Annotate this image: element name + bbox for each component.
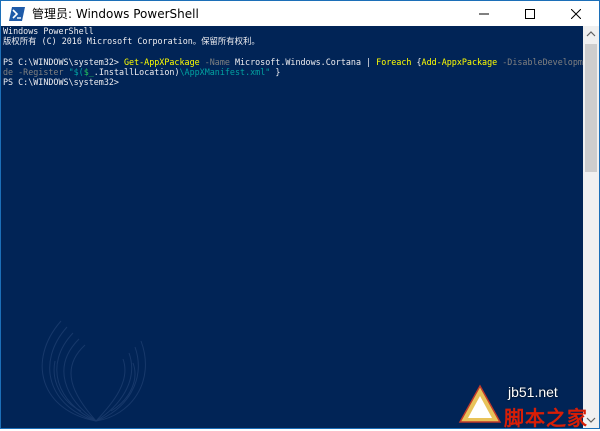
brace-open: {: [411, 56, 422, 67]
vertical-scrollbar[interactable]: [583, 26, 599, 428]
maximize-icon: [525, 9, 535, 19]
chevron-up-icon: [586, 31, 596, 37]
member-install-location: .InstallLocation): [93, 66, 180, 77]
minimize-icon: [479, 13, 489, 15]
param-name: -Name: [199, 56, 235, 67]
watermark-url: jb51.net: [508, 384, 558, 400]
scroll-up-button[interactable]: [583, 26, 599, 42]
arg-package-name: Microsoft.Windows.Cortana: [234, 56, 362, 67]
command-get-appxpackage: Get-AppXPackage: [124, 56, 200, 67]
close-button[interactable]: [553, 1, 599, 26]
powershell-window: 管理员: Windows PowerShell Windows PowerShe…: [0, 0, 600, 429]
copyright-line: 版权所有 (C) 2016 Microsoft Corporation。保留所有…: [3, 36, 260, 47]
prompt: PS C:\WINDOWS\system32>: [3, 56, 125, 67]
site-watermark: jb51.net 脚本之家: [452, 378, 600, 430]
string-manifest-path: \AppXManifest.xml": [179, 66, 271, 77]
console-output[interactable]: Windows PowerShell 版权所有 (C) 2016 Microso…: [3, 26, 583, 87]
header-line: Windows PowerShell: [3, 26, 94, 36]
param-disable-development-mode: -DisableDevelopmentMo: [502, 56, 583, 67]
scroll-thumb[interactable]: [585, 44, 597, 172]
window-title: 管理员: Windows PowerShell: [32, 7, 199, 21]
close-icon: [571, 9, 581, 19]
maximize-button[interactable]: [507, 1, 553, 26]
prompt: PS C:\WINDOWS\system32>: [3, 77, 119, 88]
brace-close: }: [275, 66, 281, 77]
console-area[interactable]: Windows PowerShell 版权所有 (C) 2016 Microso…: [1, 26, 583, 428]
pipe-operator: |: [361, 56, 377, 67]
param-disable-development-mode-wrap: de: [3, 66, 14, 77]
powershell-icon[interactable]: [9, 6, 25, 21]
string-open: "$(: [68, 66, 84, 77]
param-register: -Register: [13, 66, 69, 77]
command-foreach: Foreach: [376, 56, 412, 67]
variable-underscore: $_: [83, 66, 94, 77]
command-add-appxpackage: Add-AppxPackage: [421, 56, 498, 67]
scroll-track[interactable]: [583, 42, 599, 412]
title-bar[interactable]: 管理员: Windows PowerShell: [1, 1, 599, 26]
minimize-button[interactable]: [461, 1, 507, 26]
watermark-site-name: 脚本之家: [504, 406, 588, 430]
jb51-logo-icon: [458, 384, 502, 423]
powershell-swirl-watermark: [41, 320, 146, 422]
